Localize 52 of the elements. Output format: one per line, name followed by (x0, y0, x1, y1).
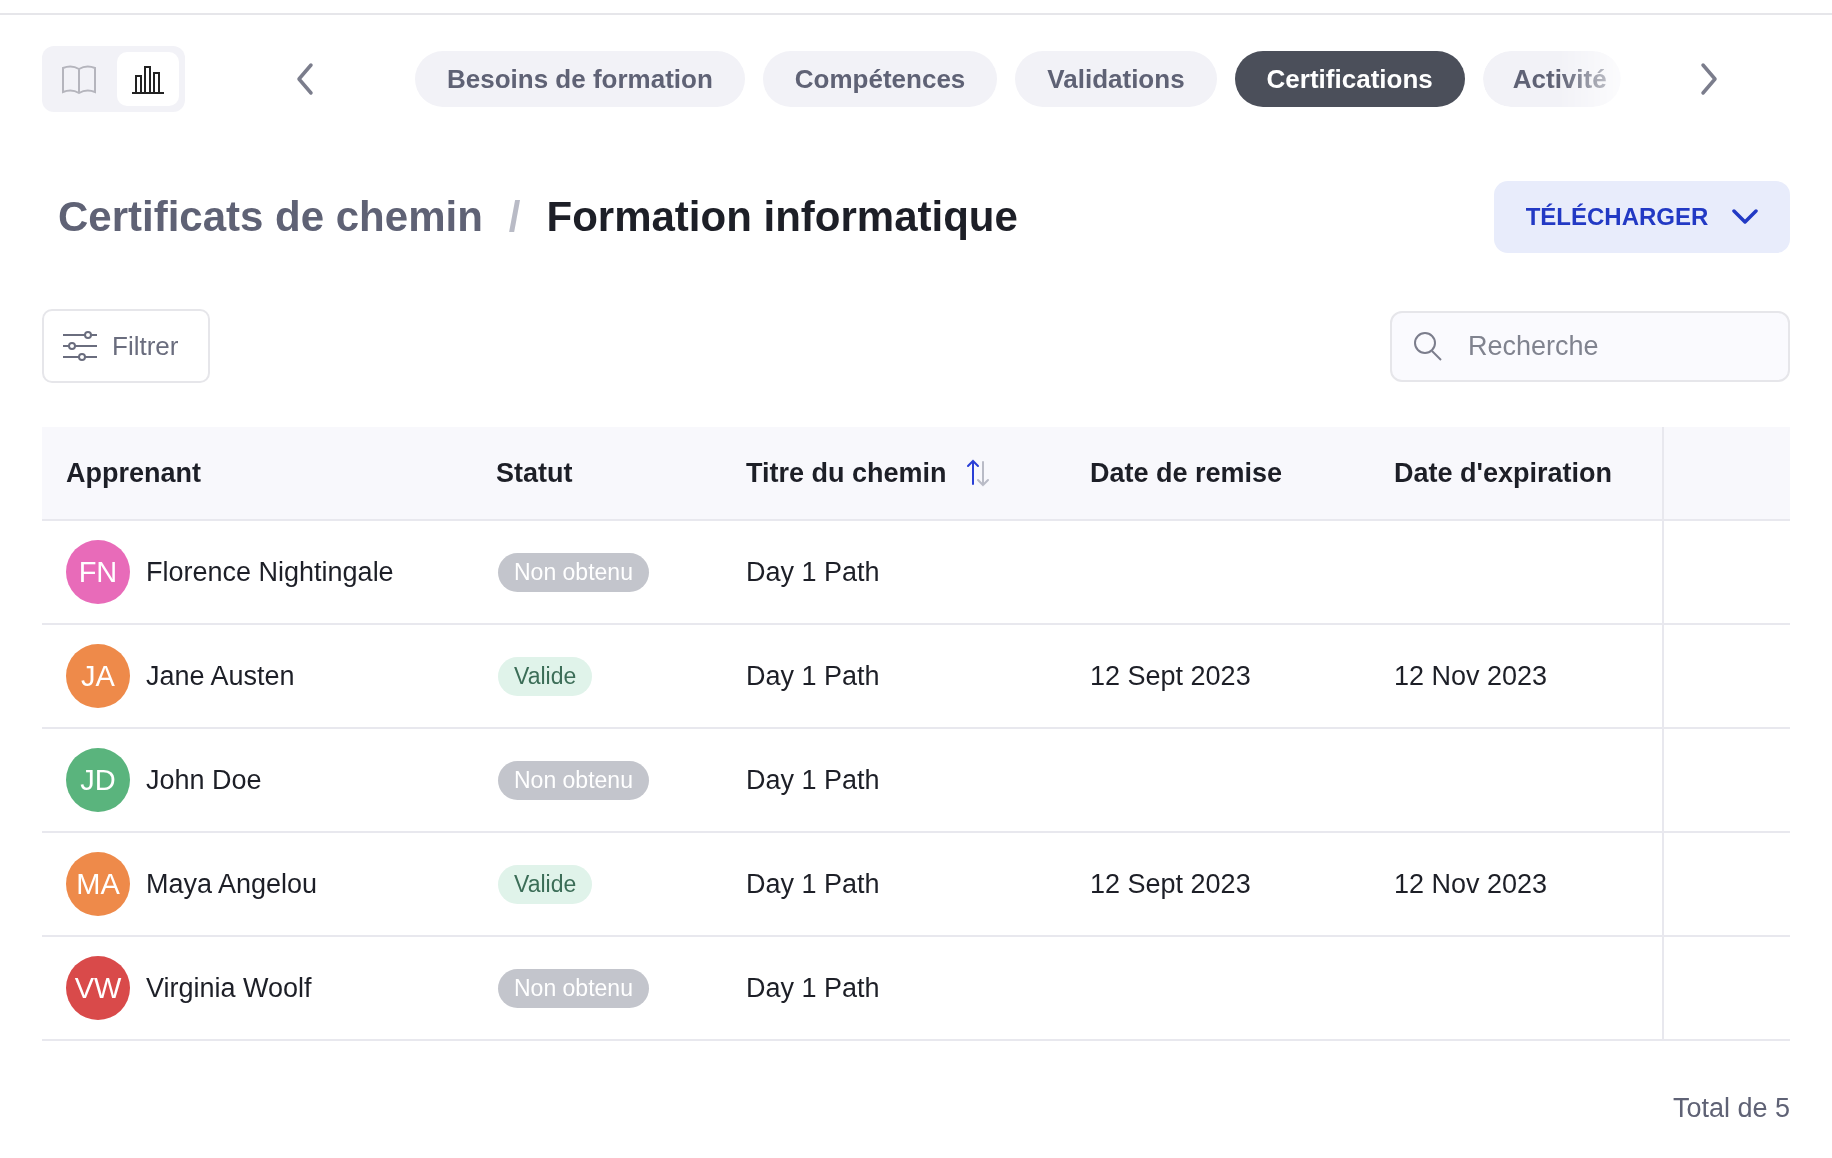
tab[interactable]: Besoins de formation (415, 51, 745, 107)
learner-name: Virginia Woolf (146, 972, 312, 1004)
book-icon (61, 63, 98, 95)
bar-chart-icon (130, 64, 165, 94)
chart-view-button[interactable] (116, 52, 179, 106)
table-cell: Day 1 Path (746, 868, 880, 900)
column-header: Date d'expiration (1394, 457, 1612, 489)
filter-button[interactable]: Filtrer (42, 309, 210, 383)
chevron-down-icon (1732, 209, 1759, 225)
next-button[interactable] (1699, 62, 1719, 96)
breadcrumb-parent[interactable]: Certificats de chemin (58, 193, 483, 241)
tab[interactable]: Compétences (762, 51, 998, 107)
download-button[interactable]: TÉLÉCHARGER (1494, 181, 1790, 253)
status-badge: Valide (498, 864, 593, 904)
tab[interactable]: Certifications (1234, 51, 1465, 107)
search-icon (1412, 329, 1444, 362)
search-field[interactable]: Recherche (1390, 310, 1790, 382)
avatar: JA (66, 644, 130, 708)
column-header: Date de remise (1090, 457, 1283, 489)
avatar: FN (66, 540, 130, 604)
total-count: Total de 5 (1672, 1093, 1790, 1124)
status-badge: Non obtenu (498, 760, 649, 800)
sort-icon[interactable] (964, 458, 991, 488)
table-cell: 12 Nov 2023 (1394, 660, 1548, 692)
avatar: MA (66, 852, 130, 916)
chevron-right-icon (1699, 62, 1719, 96)
status-badge: Valide (498, 656, 593, 696)
learner-name: Jane Austen (146, 660, 295, 692)
table-cell: Day 1 Path (746, 764, 880, 796)
table-cell: Day 1 Path (746, 556, 880, 588)
tab[interactable]: Validations (1015, 51, 1217, 107)
status-badge: Non obtenu (498, 552, 649, 592)
tab[interactable]: Activité (1482, 51, 1621, 107)
status-badge: Non obtenu (498, 968, 649, 1008)
table-cell: Day 1 Path (746, 660, 880, 692)
column-header[interactable]: Titre du chemin (746, 457, 947, 489)
page-title: Formation informatique (546, 193, 1018, 241)
column-header: Statut (496, 457, 573, 489)
sliders-icon (62, 330, 98, 362)
chevron-left-icon (295, 62, 315, 96)
previous-button[interactable] (295, 62, 315, 96)
table-cell: 12 Sept 2023 (1090, 660, 1251, 692)
learner-name: Maya Angelou (146, 868, 318, 900)
learner-name: John Doe (146, 764, 262, 796)
learner-name: Florence Nightingale (146, 556, 394, 588)
table-cell: 12 Nov 2023 (1394, 868, 1548, 900)
avatar: VW (66, 956, 130, 1020)
table-cell: 12 Sept 2023 (1090, 868, 1251, 900)
table-cell: Day 1 Path (746, 972, 880, 1004)
column-header: Apprenant (66, 457, 201, 489)
breadcrumb-separator: / (508, 193, 521, 241)
avatar: JD (66, 748, 130, 812)
